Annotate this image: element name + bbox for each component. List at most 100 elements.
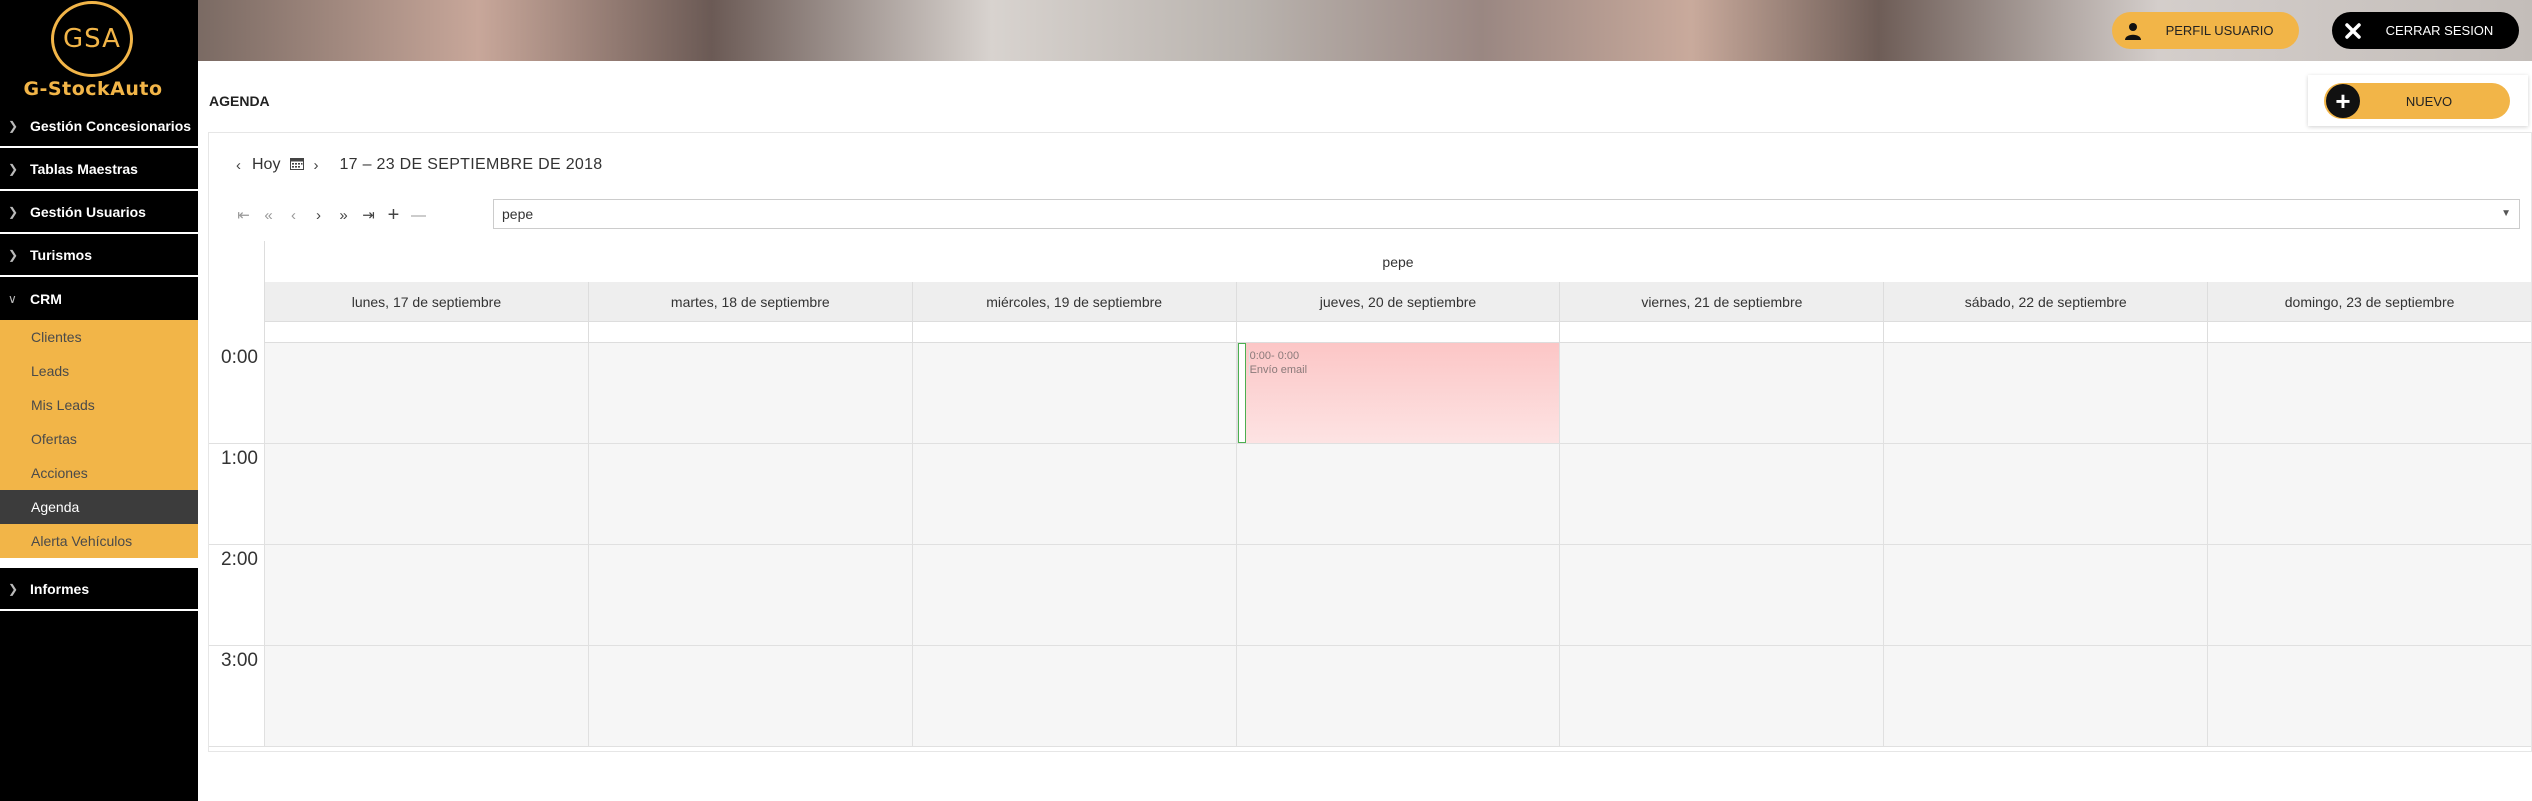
time-slot[interactable] [1559, 444, 1883, 544]
remove-icon[interactable]: — [406, 207, 431, 224]
new-event-button[interactable]: + NUEVO [2324, 83, 2510, 119]
header-banner: PERFIL USUARIO CERRAR SESION [198, 0, 2532, 61]
time-slot[interactable] [264, 444, 588, 544]
next-icon[interactable]: › [306, 207, 331, 224]
time-slot[interactable] [2207, 343, 2531, 443]
sidebar: GSA G-StockAuto ❯ Gestión Concesionarios… [0, 0, 198, 801]
sidebar-subitem-acciones[interactable]: Acciones [0, 456, 198, 490]
user-profile-button[interactable]: PERFIL USUARIO [2112, 12, 2299, 49]
sidebar-item-gestion-concesionarios[interactable]: ❯ Gestión Concesionarios [0, 105, 198, 148]
all-day-cell[interactable] [2207, 322, 2531, 342]
time-slot[interactable] [1235, 646, 1560, 746]
grid-corner [209, 241, 264, 349]
day-header-sunday[interactable]: domingo, 23 de septiembre [2207, 282, 2531, 322]
previous-icon[interactable]: ‹ [281, 207, 306, 224]
page-title: AGENDA [209, 93, 270, 109]
time-slot[interactable] [1235, 545, 1560, 645]
time-slot[interactable] [1559, 343, 1883, 443]
time-slot[interactable] [911, 646, 1236, 746]
time-slot[interactable] [587, 444, 912, 544]
time-slot[interactable] [264, 545, 588, 645]
sidebar-subitem-agenda[interactable]: Agenda [0, 490, 198, 524]
sidebar-item-gestion-usuarios[interactable]: ❯ Gestión Usuarios [0, 191, 198, 234]
time-slot[interactable] [2207, 646, 2531, 746]
scheduler-panel: ‹ Hoy › 17 – 23 DE SEPTIEMBRE DE 2018 ⇤ … [208, 132, 2532, 752]
next-week-button[interactable]: › [308, 157, 323, 174]
last-page-icon[interactable]: ⇥ [356, 206, 381, 224]
new-button-container: + NUEVO [2308, 75, 2528, 126]
time-slots [264, 545, 2531, 645]
logo[interactable]: GSA G-StockAuto [0, 0, 198, 102]
day-header-thursday[interactable]: jueves, 20 de septiembre [1235, 282, 1560, 322]
logo-emblem: GSA [51, 1, 133, 77]
sidebar-item-informes[interactable]: ❯ Informes [0, 568, 198, 611]
time-slot[interactable] [2207, 545, 2531, 645]
first-page-icon[interactable]: ⇤ [231, 206, 256, 224]
day-headers: lunes, 17 de septiembre martes, 18 de se… [264, 282, 2531, 322]
previous-page-icon[interactable]: « [256, 207, 281, 224]
calendar-event[interactable]: 0:00- 0:00 Envío email [1236, 343, 1560, 443]
logo-name: G-StockAuto [23, 78, 163, 100]
all-day-cell[interactable] [264, 322, 588, 342]
user-icon [2112, 22, 2154, 40]
resource-toolbar: ⇤ « ‹ › » ⇥ + — [231, 203, 431, 227]
all-day-cell[interactable] [1559, 322, 1883, 342]
time-slot[interactable] [911, 444, 1236, 544]
next-page-icon[interactable]: » [331, 207, 356, 224]
previous-week-button[interactable]: ‹ [231, 157, 246, 174]
sidebar-subitem-alerta-vehiculos[interactable]: Alerta Vehículos [0, 524, 198, 558]
all-day-cell[interactable] [1883, 322, 2207, 342]
resource-header: pepe [264, 241, 2531, 282]
today-button[interactable]: Hoy [252, 156, 280, 174]
time-slot[interactable] [1559, 545, 1883, 645]
hour-label: 1:00 [221, 448, 258, 469]
sidebar-menu: ❯ Gestión Concesionarios ❯ Tablas Maestr… [0, 105, 198, 611]
calendar-icon[interactable] [290, 157, 305, 174]
all-day-row [264, 322, 2531, 343]
hour-rows: 0:00 0:00- 0:00 Envío email 1:00 2:00 3:… [209, 343, 2531, 747]
day-header-saturday[interactable]: sábado, 22 de septiembre [1883, 282, 2207, 322]
day-header-friday[interactable]: viernes, 21 de septiembre [1559, 282, 1883, 322]
time-slots [264, 646, 2531, 746]
all-day-cell[interactable] [1235, 322, 1560, 342]
sidebar-item-label: Turismos [30, 246, 92, 263]
time-slot[interactable] [587, 343, 912, 443]
sidebar-item-turismos[interactable]: ❯ Turismos [0, 234, 198, 277]
time-slot[interactable] [1883, 646, 2207, 746]
sidebar-item-tablas-maestras[interactable]: ❯ Tablas Maestras [0, 148, 198, 191]
time-slot[interactable] [1883, 343, 2207, 443]
time-slot[interactable] [911, 545, 1236, 645]
time-slot[interactable] [264, 343, 588, 443]
hour-label: 2:00 [221, 549, 258, 570]
day-header-wednesday[interactable]: miércoles, 19 de septiembre [911, 282, 1236, 322]
day-header-monday[interactable]: lunes, 17 de septiembre [264, 282, 588, 322]
time-slot[interactable] [587, 646, 912, 746]
sidebar-subitem-clientes[interactable]: Clientes [0, 320, 198, 354]
add-icon[interactable]: + [381, 204, 406, 227]
all-day-cell[interactable] [587, 322, 912, 342]
all-day-cell[interactable] [911, 322, 1236, 342]
date-toolbar: ‹ Hoy › 17 – 23 DE SEPTIEMBRE DE 2018 [231, 153, 603, 177]
sidebar-item-crm[interactable]: ∨ CRM [0, 277, 198, 320]
time-slot[interactable] [2207, 444, 2531, 544]
time-slot[interactable] [1883, 444, 2207, 544]
time-slot[interactable] [587, 545, 912, 645]
sidebar-subitem-leads[interactable]: Leads [0, 354, 198, 388]
sidebar-subitem-ofertas[interactable]: Ofertas [0, 422, 198, 456]
chevron-right-icon: ❯ [8, 118, 19, 133]
sidebar-subitem-mis-leads[interactable]: Mis Leads [0, 388, 198, 422]
resource-select[interactable]: pepe ▼ [493, 199, 2520, 229]
hour-label: 0:00 [221, 347, 258, 368]
day-header-tuesday[interactable]: martes, 18 de septiembre [587, 282, 912, 322]
time-slot[interactable] [1559, 646, 1883, 746]
time-slot[interactable] [264, 646, 588, 746]
time-slot[interactable] [1883, 545, 2207, 645]
logout-button[interactable]: CERRAR SESION [2332, 12, 2519, 49]
time-slot[interactable]: 0:00- 0:00 Envío email [1235, 343, 1560, 443]
sidebar-item-label: CRM [30, 290, 62, 307]
close-icon [2332, 22, 2374, 40]
time-slot[interactable] [911, 343, 1236, 443]
user-profile-label: PERFIL USUARIO [2165, 23, 2274, 38]
logout-label: CERRAR SESION [2385, 23, 2494, 38]
time-slot[interactable] [1235, 444, 1560, 544]
